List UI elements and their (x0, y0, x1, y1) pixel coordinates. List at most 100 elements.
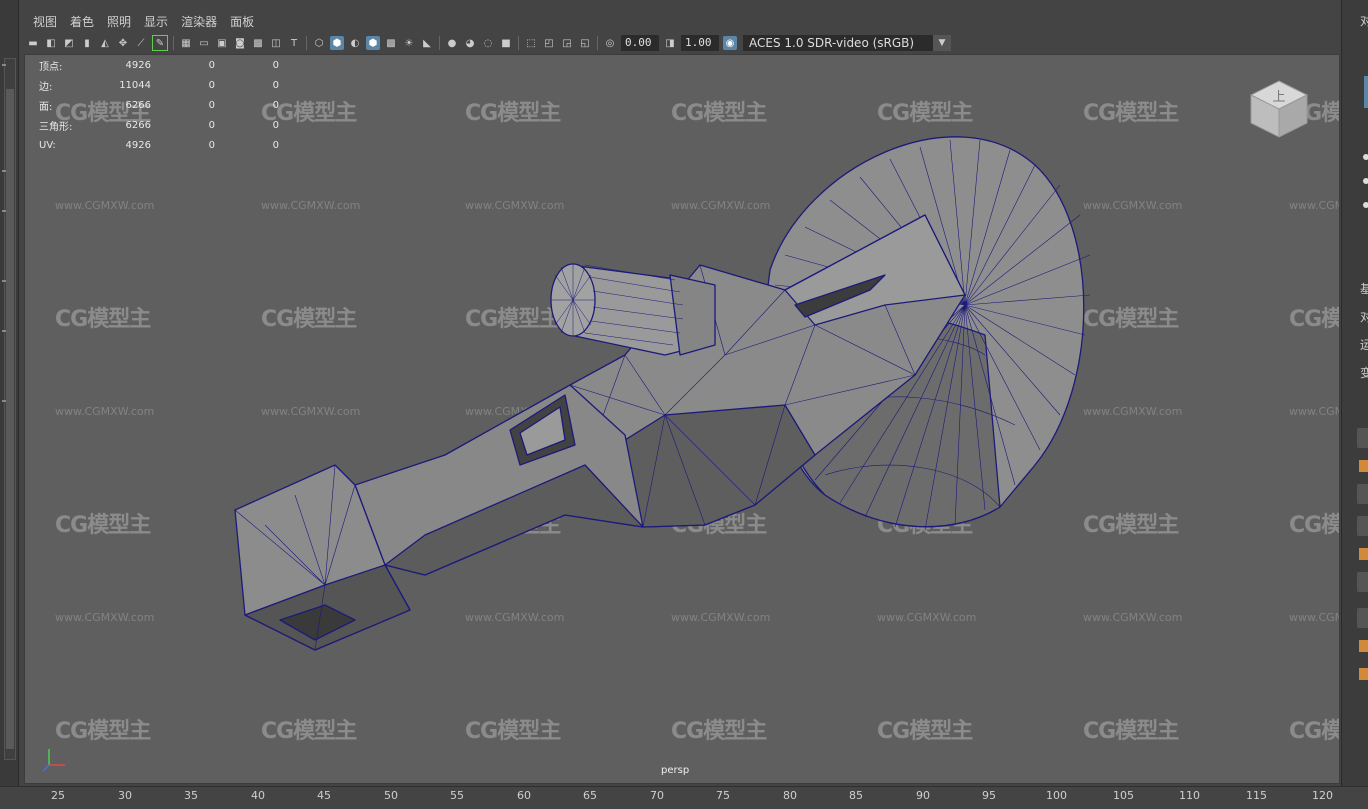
panel-label-char: 基 (1360, 280, 1368, 297)
ruler-tick-label: 105 (1113, 789, 1134, 802)
panel-label-char: 变 (1360, 364, 1368, 381)
safe-action-icon[interactable]: ◫ (269, 36, 283, 50)
menu-lighting[interactable]: 照明 (107, 13, 131, 30)
view-cube[interactable]: 上 (1247, 77, 1311, 141)
3d-viewport[interactable]: CG模型主 CG模型主 CG模型主 CG模型主 CG模型主 CG模型主 CG模型… (24, 54, 1340, 784)
menu-show[interactable]: 显示 (144, 13, 168, 30)
axis-gizmo-icon (42, 749, 65, 772)
ruler-tick-label: 45 (317, 789, 331, 802)
panel-menu-bar: 视图 着色 照明 显示 渲染器 面板 (24, 10, 1340, 32)
panel-tab-highlight[interactable] (1364, 76, 1368, 108)
radio-icon[interactable] (1363, 154, 1368, 160)
left-scrollbar-thumb[interactable] (6, 89, 14, 749)
radio-icon[interactable] (1363, 178, 1368, 184)
object-icon[interactable] (1359, 460, 1368, 472)
use-lights-icon[interactable]: ☀ (402, 36, 416, 50)
separator (173, 36, 174, 50)
satellite-wireframe-model[interactable] (25, 55, 1340, 784)
xray-joints-icon[interactable]: ◲ (560, 36, 574, 50)
ruler-tick-label: 65 (583, 789, 597, 802)
panel-button[interactable] (1357, 484, 1368, 504)
wireframe-on-shaded-icon[interactable]: ⬢ (366, 36, 380, 50)
ruler-tick-label: 25 (51, 789, 65, 802)
panel-button[interactable] (1357, 608, 1368, 628)
ruler-tick-label: 35 (184, 789, 198, 802)
attribute-editor-panel: 对 基 对 运 变 (1341, 0, 1368, 808)
bookmark-icon[interactable]: ▮ (80, 36, 94, 50)
tick-mark (2, 64, 6, 66)
camera-attributes-icon[interactable]: ◧ (44, 36, 58, 50)
ruler-tick-label: 120 (1312, 789, 1333, 802)
camera-icon[interactable]: ▬ (26, 36, 40, 50)
panel-toolbar: ▬ ◧ ◩ ▮ ◭ ✥ ⟋ ✎ ▦ ▭ ▣ ◙ ▩ ◫ T ⬡ ⬢ ◐ ⬢ ▩ … (24, 32, 1340, 55)
separator (597, 36, 598, 50)
tick-mark (2, 330, 6, 332)
ruler-tick-label: 50 (384, 789, 398, 802)
menu-view[interactable]: 视图 (33, 13, 57, 30)
isolate-select-icon[interactable]: ⬚ (524, 36, 538, 50)
xray-components-icon[interactable]: ◱ (578, 36, 592, 50)
panel-button[interactable] (1357, 428, 1368, 448)
left-scrollbar[interactable] (4, 58, 16, 760)
menu-panels[interactable]: 面板 (230, 13, 254, 30)
color-management-icon[interactable]: ◉ (723, 36, 737, 50)
object-icon[interactable] (1359, 640, 1368, 652)
view-cube-label: 上 (1272, 90, 1285, 105)
menu-shading[interactable]: 着色 (70, 13, 94, 30)
ruler-tick-label: 40 (251, 789, 265, 802)
tick-mark (2, 170, 6, 172)
motion-blur-icon[interactable]: ◕ (463, 36, 477, 50)
ruler-tick-label: 95 (982, 789, 996, 802)
ambient-occlusion-icon[interactable]: ● (445, 36, 459, 50)
resolution-gate-icon[interactable]: ▣ (215, 36, 229, 50)
grid-icon[interactable]: ▦ (179, 36, 193, 50)
bookmark-camera-icon[interactable]: ◩ (62, 36, 76, 50)
ruler-tick-label: 70 (650, 789, 664, 802)
panel-button[interactable] (1357, 572, 1368, 592)
tick-mark (2, 210, 6, 212)
pan-zoom-icon[interactable]: ✥ (116, 36, 130, 50)
radio-icon[interactable] (1363, 202, 1368, 208)
smooth-shade-icon[interactable]: ⬢ (330, 36, 344, 50)
field-chart-icon[interactable]: ▩ (251, 36, 265, 50)
chevron-down-icon[interactable]: ▼ (933, 35, 951, 51)
image-plane-icon[interactable]: ◭ (98, 36, 112, 50)
ruler-tick-label: 75 (716, 789, 730, 802)
exposure-field[interactable]: 0.00 (621, 35, 659, 51)
menu-renderer[interactable]: 渲染器 (181, 13, 217, 30)
gate-mask-icon[interactable]: ◙ (233, 36, 247, 50)
ruler-tick-label: 90 (916, 789, 930, 802)
tick-mark (2, 400, 6, 402)
color-management-dropdown[interactable]: ACES 1.0 SDR-video (sRGB) ▼ (743, 35, 951, 51)
tick-mark (2, 280, 6, 282)
2d-pan-icon[interactable]: ⟋ (134, 36, 148, 50)
ruler-tick-label: 115 (1246, 789, 1267, 802)
shadows-icon[interactable]: ◣ (420, 36, 434, 50)
gamma-field[interactable]: 1.00 (681, 35, 719, 51)
time-slider-ruler[interactable]: 25 30 35 40 45 50 55 60 65 70 75 80 85 9… (0, 786, 1368, 809)
depth-of-field-icon[interactable]: ■ (499, 36, 513, 50)
ruler-tick-label: 80 (783, 789, 797, 802)
default-material-icon[interactable]: ◐ (348, 36, 362, 50)
panel-title-char: 对 (1360, 12, 1368, 29)
ruler-tick-label: 110 (1179, 789, 1200, 802)
model-arm (354, 384, 644, 576)
separator (306, 36, 307, 50)
separator (439, 36, 440, 50)
anti-aliasing-icon[interactable]: ◌ (481, 36, 495, 50)
separator (518, 36, 519, 50)
panel-label-char: 对 (1360, 308, 1368, 325)
grease-pencil-icon[interactable]: ✎ (152, 35, 168, 51)
safe-title-icon[interactable]: T (287, 36, 301, 50)
textured-icon[interactable]: ▩ (384, 36, 398, 50)
wireframe-icon[interactable]: ⬡ (312, 36, 326, 50)
exposure-icon[interactable]: ◎ (603, 36, 617, 50)
xray-icon[interactable]: ◰ (542, 36, 556, 50)
gamma-icon[interactable]: ◨ (663, 36, 677, 50)
camera-name-label: persp (661, 765, 690, 776)
object-icon[interactable] (1359, 668, 1368, 680)
ruler-tick-label: 55 (450, 789, 464, 802)
panel-button[interactable] (1357, 516, 1368, 536)
object-icon[interactable] (1359, 548, 1368, 560)
film-gate-icon[interactable]: ▭ (197, 36, 211, 50)
